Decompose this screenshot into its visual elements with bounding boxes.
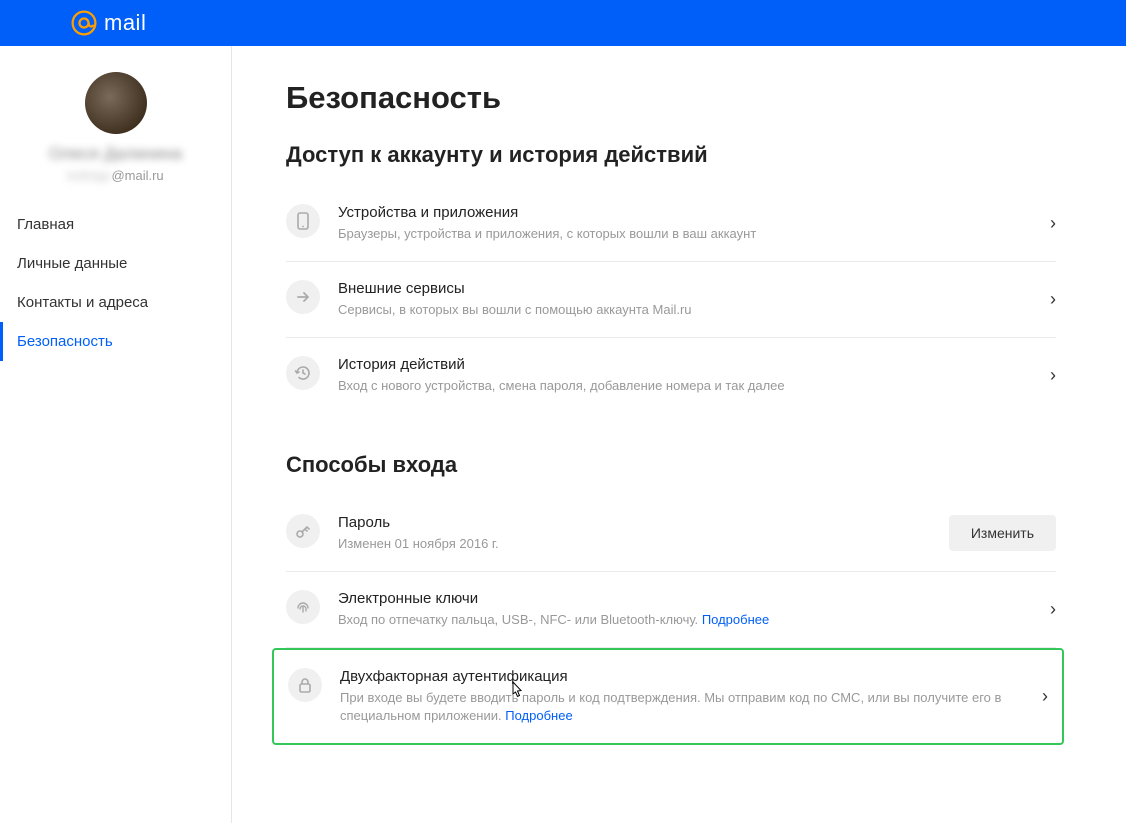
row-title: История действий <box>338 356 1032 373</box>
row-desc: Браузеры, устройства и приложения, с кот… <box>338 225 1032 243</box>
nav-item-security[interactable]: Безопасность <box>0 322 231 361</box>
profile-name: Олеся Далинина <box>18 144 213 164</box>
more-link[interactable]: Подробнее <box>505 708 572 723</box>
nav-item-main[interactable]: Главная <box>0 205 231 244</box>
avatar[interactable] <box>85 72 147 134</box>
row-desc: Изменен 01 ноября 2016 г. <box>338 535 931 553</box>
row-title: Электронные ключи <box>338 590 1032 607</box>
row-desc: Вход с нового устройства, смена пароля, … <box>338 377 1032 395</box>
chevron-right-icon: › <box>1042 686 1048 707</box>
logo-text: mail <box>104 10 146 36</box>
logo[interactable]: mail <box>70 9 146 37</box>
row-desc: Сервисы, в которых вы вошли с помощью ак… <box>338 301 1032 319</box>
section-heading: Доступ к аккаунту и история действий <box>286 142 1056 168</box>
page-title: Безопасность <box>286 80 1056 116</box>
fingerprint-icon <box>286 590 320 624</box>
change-password-button[interactable]: Изменить <box>949 515 1056 551</box>
at-icon <box>70 9 98 37</box>
row-title: Внешние сервисы <box>338 280 1032 297</box>
phone-icon <box>286 204 320 238</box>
profile-block: Олеся Далинина kolinigo@mail.ru <box>0 72 231 205</box>
chevron-right-icon: › <box>1050 289 1056 310</box>
main-content: Безопасность Доступ к аккаунту и история… <box>232 46 1126 823</box>
row-history[interactable]: История действий Вход с нового устройств… <box>286 338 1056 413</box>
row-desc: При входе вы будете вводить пароль и код… <box>340 689 1024 725</box>
more-link[interactable]: Подробнее <box>702 612 769 627</box>
row-2fa[interactable]: Двухфакторная аутентификация При входе в… <box>272 648 1064 745</box>
chevron-right-icon: › <box>1050 599 1056 620</box>
nav-list: Главная Личные данные Контакты и адреса … <box>0 205 231 361</box>
key-icon <box>286 514 320 548</box>
history-icon <box>286 356 320 390</box>
profile-email: kolinigo@mail.ru <box>18 168 213 183</box>
chevron-right-icon: › <box>1050 213 1056 234</box>
sidebar: Олеся Далинина kolinigo@mail.ru Главная … <box>0 46 232 823</box>
row-ekeys[interactable]: Электронные ключи Вход по отпечатку паль… <box>286 572 1056 648</box>
nav-item-personal[interactable]: Личные данные <box>0 244 231 283</box>
arrow-right-icon <box>286 280 320 314</box>
row-password[interactable]: Пароль Изменен 01 ноября 2016 г. Изменит… <box>286 496 1056 572</box>
section-heading: Способы входа <box>286 452 1056 478</box>
section-login-methods: Способы входа Пароль Изменен 01 ноября 2… <box>286 452 1056 746</box>
chevron-right-icon: › <box>1050 365 1056 386</box>
row-title: Двухфакторная аутентификация <box>340 668 1024 685</box>
nav-item-contacts[interactable]: Контакты и адреса <box>0 283 231 322</box>
section-access: Доступ к аккаунту и история действий Уст… <box>286 142 1056 414</box>
row-title: Устройства и приложения <box>338 204 1032 221</box>
row-title: Пароль <box>338 514 931 531</box>
row-desc: Вход по отпечатку пальца, USB-, NFC- или… <box>338 611 1032 629</box>
lock-icon <box>288 668 322 702</box>
app-header: mail <box>0 0 1126 46</box>
row-external-services[interactable]: Внешние сервисы Сервисы, в которых вы во… <box>286 262 1056 338</box>
row-devices[interactable]: Устройства и приложения Браузеры, устрой… <box>286 186 1056 262</box>
